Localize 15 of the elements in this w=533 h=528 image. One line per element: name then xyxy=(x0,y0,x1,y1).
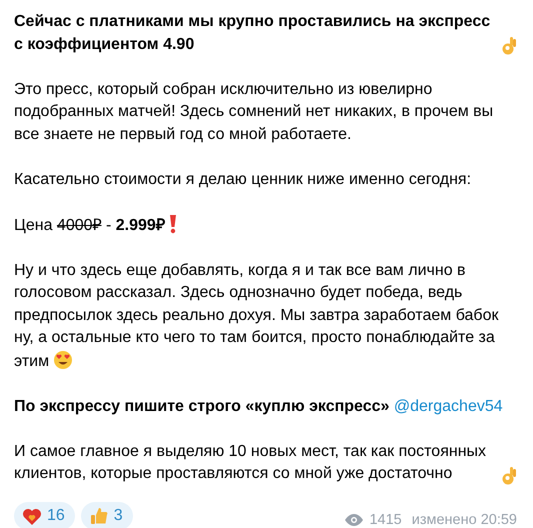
message-text: Цена xyxy=(14,216,52,234)
username-link[interactable]: @dergachev54 xyxy=(394,398,503,414)
message-text: И самое главное я выделяю 10 новых мест, так как постоянных клиентов, которые проставляются со мной уже достаточно xyxy=(14,442,486,482)
reaction-button[interactable]: 3 xyxy=(80,502,133,528)
reaction-button[interactable]: 16 xyxy=(14,502,75,528)
message-text: Касательно стоимости я делаю ценник ниже именно сегодня: xyxy=(14,170,472,188)
message-text: 4000₽ xyxy=(56,216,102,234)
message-text: этим xyxy=(14,352,50,370)
view-count: 1415 xyxy=(369,512,402,528)
edited-time: изменено 20:59 xyxy=(412,512,517,528)
message-text: - xyxy=(106,216,112,234)
message-text: По экспрессу пишите строго «куплю экспресс» xyxy=(14,398,390,414)
message-text: 2.999₽ xyxy=(116,216,165,234)
message-text: Сейчас с платниками мы крупно проставились на экспресс с коэффициентом 4.90 xyxy=(14,13,490,52)
message-text: Это пресс, который собран исключительно из ювелирно подобранных матчей! Здесь сомнений нет никаких, в прочем вы все знаете не первый год со мной работаете. xyxy=(14,80,494,142)
